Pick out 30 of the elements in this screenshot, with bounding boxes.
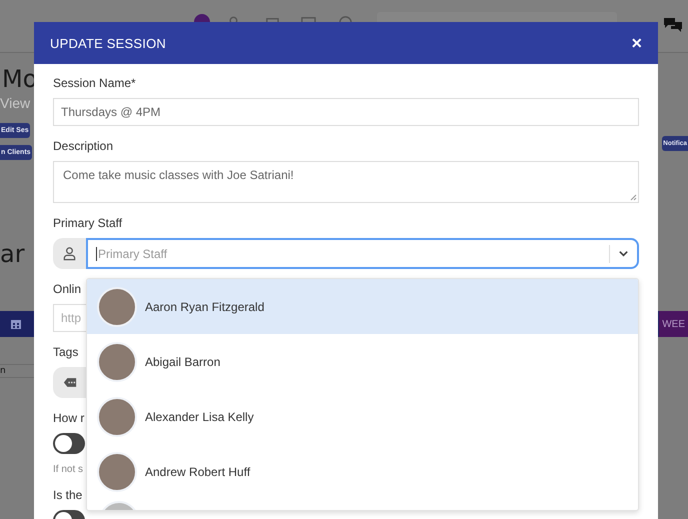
chat-bubbles-icon[interactable] (663, 17, 683, 33)
description-field[interactable]: Come take music classes with Joe Satriani! (53, 161, 639, 203)
field-label: Primary Staff (53, 216, 122, 231)
user-icon (62, 246, 77, 261)
field-hint: If not s (53, 464, 84, 475)
field-label: Is the (53, 488, 82, 503)
field-label: Onlin (53, 282, 82, 297)
text-field[interactable]: Thursdays @ 4PM (53, 98, 639, 126)
field-label: How r (53, 411, 84, 426)
avatar-photo (97, 396, 137, 436)
calendar-icon[interactable] (10, 318, 22, 330)
field-label: Session Name* (53, 76, 136, 91)
resize-grip-icon[interactable] (629, 193, 637, 201)
avatar-photo (97, 452, 137, 492)
close-button[interactable]: × (631, 34, 642, 52)
page-subtitle: View (0, 94, 30, 113)
avatar-photo (97, 286, 137, 326)
field-label: Description (53, 139, 114, 154)
modal-title: UPDATE SESSION (50, 36, 166, 50)
avatar-photo (97, 342, 137, 382)
tag-icon (62, 377, 76, 388)
toggle-switch[interactable] (53, 433, 85, 454)
staff-option[interactable]: Abigail Barron (87, 334, 638, 389)
staff-option[interactable]: Andrew Robert Huff (87, 444, 638, 499)
field-label: Tags (53, 345, 78, 360)
staff-option[interactable]: Alexander Lisa Kelly (87, 389, 638, 444)
week-view-button[interactable]: WEE (659, 311, 688, 337)
staff-option[interactable]: Aaron Ryan Fitzgerald (87, 279, 638, 334)
chevron-down-icon (618, 248, 629, 259)
calendar-heading: ar (0, 240, 25, 268)
